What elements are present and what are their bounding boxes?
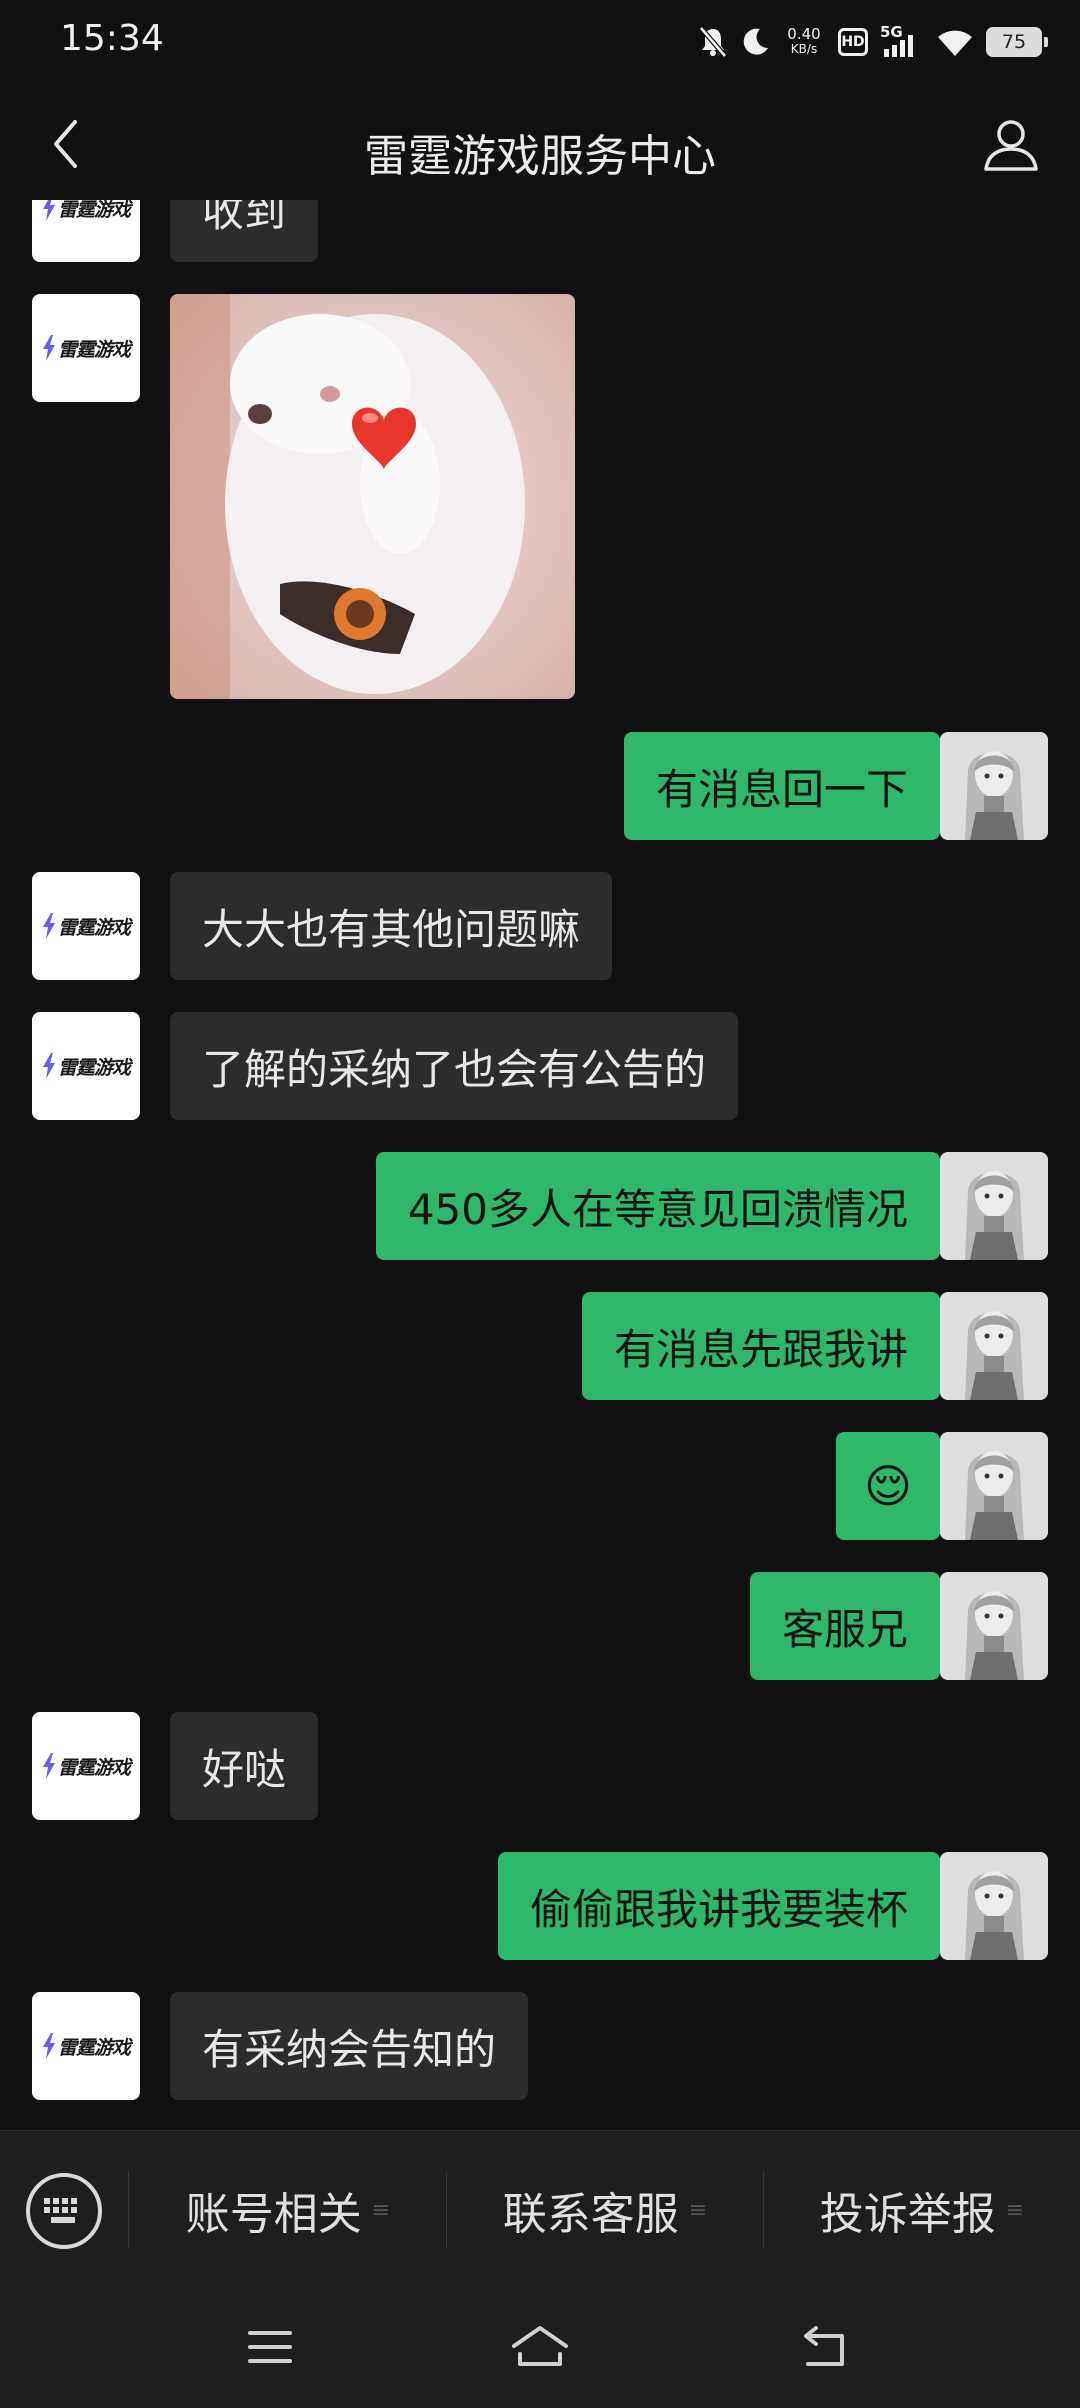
bot-logo-text: 雷霆游戏 [57, 1756, 131, 1779]
message-text: 偷偷跟我讲我要装杯 [529, 1884, 908, 1934]
message-bubble-sent[interactable]: 😌 [836, 1432, 954, 1540]
keyboard-icon [44, 2198, 77, 2223]
message-text: 好哒 [202, 1744, 287, 1794]
bot-avatar[interactable]: 雷霆游戏 [32, 1712, 140, 1820]
user-avatar[interactable] [940, 1432, 1048, 1540]
message-bubble-sent[interactable]: 有消息回一下 [623, 732, 955, 840]
bot-logo: 雷霆游戏 [42, 913, 131, 940]
status-bar: 15:34 0.40 KB/s HD 5G 75 [0, 0, 1080, 84]
moon-icon [743, 28, 768, 55]
nav-back-button[interactable] [785, 2312, 865, 2382]
message-bubble-received[interactable]: 了解的采纳了也会有公告的 [170, 1012, 739, 1120]
title-bar: 雷霆游戏服务中心 [0, 84, 1080, 214]
menu-item-complaint[interactable]: 投诉举报 ≡ [764, 2131, 1080, 2289]
message-text: 450多人在等意见回溃情况 [407, 1184, 908, 1234]
keyboard-toggle-button[interactable] [26, 2173, 102, 2249]
message-bubble-received[interactable]: 收到 [170, 200, 319, 262]
hd-badge: HD [838, 28, 868, 56]
net-speed-unit: KB/s [790, 42, 818, 56]
menu-divider [128, 2171, 129, 2249]
mute-bell-icon [699, 26, 727, 58]
person-icon [984, 120, 1038, 171]
page-title: 雷霆游戏服务中心 [364, 131, 716, 182]
system-navigation-bar [0, 2288, 1080, 2408]
message-text: 有消息先跟我讲 [613, 1324, 908, 1374]
bot-logo: 雷霆游戏 [42, 200, 131, 222]
menu-item-label: 联系客服 [502, 2189, 679, 2240]
user-avatar[interactable] [940, 1572, 1048, 1680]
bot-logo: 雷霆游戏 [42, 1053, 131, 1080]
bot-logo: 雷霆游戏 [42, 1753, 131, 1780]
message-text: 大大也有其他问题嘛 [202, 904, 581, 954]
bot-avatar[interactable]: 雷霆游戏 [32, 1012, 140, 1120]
bot-avatar[interactable]: 雷霆游戏 [32, 200, 140, 262]
chat-area[interactable]: 雷霆游戏 收到 雷霆游戏 有消息回一下 雷霆游戏 大大也有其他问题嘛 雷霆游戏 … [0, 200, 1080, 2130]
bot-avatar[interactable]: 雷霆游戏 [32, 294, 140, 402]
bot-logo-text: 雷霆游戏 [57, 1056, 131, 1079]
message-text: 收到 [202, 200, 287, 236]
bot-logo: 雷霆游戏 [42, 2033, 131, 2060]
message-bubble-sent[interactable]: 偷偷跟我讲我要装杯 [497, 1852, 955, 1960]
profile-button[interactable] [978, 112, 1044, 178]
user-avatar[interactable] [940, 1152, 1048, 1260]
message-text: 有消息回一下 [655, 764, 908, 814]
user-avatar-image [940, 732, 1048, 840]
back-icon [804, 2326, 844, 2366]
submenu-indicator-icon: ≡ [1005, 2197, 1025, 2223]
wifi-icon [938, 30, 972, 56]
submenu-indicator-icon: ≡ [371, 2197, 391, 2223]
status-icons: 0.40 KB/s HD 5G 75 [698, 22, 1048, 62]
user-avatar-image [940, 1152, 1048, 1260]
user-avatar-image [940, 1292, 1048, 1400]
emoji-message: 😌 [864, 1459, 912, 1513]
nav-menu-button[interactable] [230, 2312, 310, 2382]
user-avatar[interactable] [940, 1852, 1048, 1960]
message-bubble-received[interactable]: 有采纳会告知的 [170, 1992, 529, 2100]
bot-avatar[interactable]: 雷霆游戏 [32, 872, 140, 980]
lightning-logo-icon [42, 200, 55, 221]
bot-logo-text: 雷霆游戏 [57, 200, 131, 221]
user-avatar-image [940, 1852, 1048, 1960]
menu-item-contact-service[interactable]: 联系客服 ≡ [447, 2131, 763, 2289]
bot-logo-text: 雷霆游戏 [57, 916, 131, 939]
battery-indicator: 75 [986, 27, 1048, 57]
message-bubble-sent[interactable]: 有消息先跟我讲 [581, 1292, 955, 1400]
message-bubble-received[interactable]: 大大也有其他问题嘛 [170, 872, 613, 980]
submenu-indicator-icon: ≡ [688, 2197, 708, 2223]
message-text: 了解的采纳了也会有公告的 [202, 1044, 707, 1094]
net-speed-value: 0.40 [787, 25, 821, 43]
message-bubble-received[interactable]: 好哒 [170, 1712, 319, 1820]
lightning-logo-icon [42, 335, 55, 361]
lightning-logo-icon [42, 1053, 55, 1079]
menu-item-account[interactable]: 账号相关 ≡ [130, 2131, 446, 2289]
message-text: 客服兄 [781, 1604, 908, 1654]
home-icon [512, 2326, 568, 2366]
nav-home-button[interactable] [500, 2312, 580, 2382]
bot-logo-text: 雷霆游戏 [57, 2036, 131, 2059]
user-avatar[interactable] [940, 1292, 1048, 1400]
bottom-menu-bar: 账号相关 ≡ 联系客服 ≡ 投诉举报 ≡ [0, 2130, 1080, 2288]
message-bubble-sent[interactable]: 450多人在等意见回溃情况 [375, 1152, 955, 1260]
lightning-logo-icon [42, 913, 55, 939]
bot-avatar[interactable]: 雷霆游戏 [32, 1992, 140, 2100]
cellular-signal-icon: 5G [880, 23, 924, 59]
menu-icon [248, 2331, 292, 2363]
menu-item-label: 投诉举报 [819, 2189, 996, 2240]
status-time: 15:34 [60, 18, 164, 59]
network-speed: 0.40 KB/s [782, 27, 826, 57]
user-avatar-image [940, 1432, 1048, 1540]
bot-logo-text: 雷霆游戏 [57, 338, 131, 361]
menu-item-label: 账号相关 [185, 2189, 362, 2240]
bot-logo: 雷霆游戏 [42, 335, 131, 362]
cat-heart-sticker-image [170, 294, 575, 699]
message-bubble-sent[interactable]: 客服兄 [749, 1572, 955, 1680]
lightning-logo-icon [42, 1753, 55, 1779]
user-avatar-image [940, 1572, 1048, 1680]
message-text: 有采纳会告知的 [202, 2024, 497, 2074]
user-avatar[interactable] [940, 732, 1048, 840]
image-message[interactable] [170, 294, 575, 699]
lightning-logo-icon [42, 2033, 55, 2059]
